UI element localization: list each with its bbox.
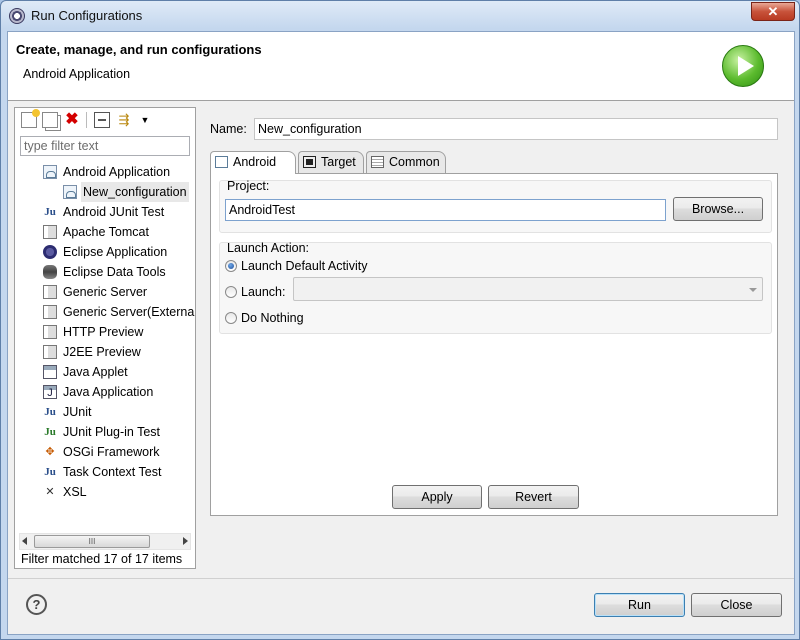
junit-icon: Ju <box>44 466 56 478</box>
chevron-down-icon <box>749 288 757 292</box>
tree-item-label: Generic Server(Externa <box>63 305 195 319</box>
collapse-all-icon[interactable] <box>94 112 110 128</box>
tree-item-label: XSL <box>63 485 87 499</box>
footer-divider <box>8 578 794 579</box>
server-icon <box>43 305 57 319</box>
new-launch-config-icon[interactable] <box>21 109 40 128</box>
tree-item-label: OSGi Framework <box>63 445 160 459</box>
view-menu-dropdown-icon[interactable]: ▼ <box>137 112 153 128</box>
toolbar-separator <box>86 112 87 128</box>
help-icon[interactable]: ? <box>26 594 47 615</box>
delete-icon[interactable]: ✖ <box>64 112 80 128</box>
server-icon <box>43 325 57 339</box>
xsl-icon: ✕ <box>45 486 55 498</box>
tree-item-label: Eclipse Data Tools <box>63 265 166 279</box>
name-field[interactable] <box>254 118 778 140</box>
scroll-thumb[interactable]: III <box>34 535 150 548</box>
tab-android[interactable]: Android <box>210 151 296 174</box>
run-icon <box>722 45 764 87</box>
tree-item-label: Android Application <box>63 165 171 179</box>
tree-item-label: Task Context Test <box>63 465 162 479</box>
tab-target[interactable]: Target <box>298 151 364 173</box>
tree-item-label: HTTP Preview <box>63 325 144 339</box>
scroll-right-arrow-icon[interactable] <box>183 537 188 545</box>
revert-button[interactable]: Revert <box>488 485 579 509</box>
tab-android-label: Android <box>233 155 277 169</box>
tree-item-label: J2EE Preview <box>63 345 141 359</box>
radio-button[interactable] <box>225 286 237 298</box>
banner-subtitle: Android Application <box>23 67 131 81</box>
browse-button[interactable]: Browse... <box>673 197 763 221</box>
project-group-label: Project: <box>227 179 270 193</box>
tab-strip: Android Target Common <box>210 151 778 174</box>
tree-item-label: Generic Server <box>63 285 148 299</box>
database-icon <box>43 265 57 279</box>
tab-target-label: Target <box>321 155 356 169</box>
java-app-icon: J <box>43 385 57 399</box>
tab-common[interactable]: Common <box>366 151 446 173</box>
android-app-icon <box>43 165 57 179</box>
project-field[interactable] <box>225 199 666 221</box>
launch-action-group-label: Launch Action: <box>227 241 310 255</box>
filter-icon[interactable]: ⇶ <box>116 112 132 128</box>
close-button[interactable]: Close <box>691 593 782 617</box>
tree-item-label: Android JUnit Test <box>63 205 165 219</box>
applet-icon <box>43 365 57 379</box>
run-button[interactable]: Run <box>594 593 685 617</box>
tree-item-label: New_configuration <box>81 182 189 202</box>
junit-icon: Ju <box>44 206 56 218</box>
banner-title: Create, manage, and run configurations <box>16 42 262 57</box>
title-bar: Run Configurations ✕ <box>1 1 799 31</box>
configuration-toolbar: ✖ ⇶ ▼ <box>15 108 195 132</box>
window-close-button[interactable]: ✕ <box>751 2 795 21</box>
tree-item-label: JUnit Plug-in Test <box>63 425 161 439</box>
tree-item-label: JUnit <box>63 405 92 419</box>
server-icon <box>43 225 57 239</box>
filter-status-text: Filter matched 17 of 17 items <box>21 552 183 566</box>
junit-plugin-icon: Ju <box>44 426 56 438</box>
osgi-icon: ✥ <box>45 446 55 458</box>
tree-item-label: Java Applet <box>63 365 128 379</box>
target-tab-icon <box>303 156 316 168</box>
run-configurations-window: Run Configurations ✕ Create, manage, and… <box>0 0 800 640</box>
duplicate-icon[interactable] <box>42 112 58 128</box>
config-tabs: Android Target Common Project: AndroidTe… <box>210 151 778 516</box>
tree-horizontal-scrollbar[interactable]: III <box>19 533 191 550</box>
server-icon <box>43 285 57 299</box>
tab-common-label: Common <box>389 155 440 169</box>
android-tab-icon <box>215 156 228 168</box>
dialog-client-area: Create, manage, and run configurations A… <box>7 31 795 635</box>
radio-label: Launch: <box>241 285 286 299</box>
android-app-icon <box>63 185 77 199</box>
apply-button[interactable]: Apply <box>392 485 482 509</box>
project-group: Project: Browse... <box>219 179 772 233</box>
junit-icon: Ju <box>44 406 56 418</box>
scroll-left-arrow-icon[interactable] <box>22 537 27 545</box>
launch-action-group: Launch Action: Launch Default Activity L… <box>219 241 772 334</box>
launch-activity-select[interactable] <box>293 277 763 301</box>
tree-item-label: Apache Tomcat <box>63 225 149 239</box>
radio-label: Launch Default Activity <box>241 259 368 273</box>
name-label: Name: <box>210 122 247 136</box>
android-tab-content: Project: Browse... Launch Action: Launch… <box>210 173 778 516</box>
filter-input[interactable] <box>20 136 190 156</box>
configuration-tree: Android Application New_configuration Ju An… <box>15 162 195 532</box>
configuration-list-panel: ✖ ⇶ ▼ Android Application New_configurati… <box>14 107 196 569</box>
common-tab-icon <box>371 156 384 168</box>
tree-item-label: Java Application <box>63 385 154 399</box>
radio-label: Do Nothing <box>241 311 304 325</box>
eclipse-app-icon <box>9 8 25 24</box>
radio-button[interactable] <box>225 312 237 324</box>
radio-button-checked[interactable] <box>225 260 237 272</box>
eclipse-icon <box>43 245 57 259</box>
server-icon <box>43 345 57 359</box>
configuration-editor: Name: Android Target Common <box>201 107 788 547</box>
tree-item-label: Eclipse Application <box>63 245 168 259</box>
dialog-banner: Create, manage, and run configurations A… <box>8 32 794 101</box>
window-title: Run Configurations <box>31 8 143 23</box>
